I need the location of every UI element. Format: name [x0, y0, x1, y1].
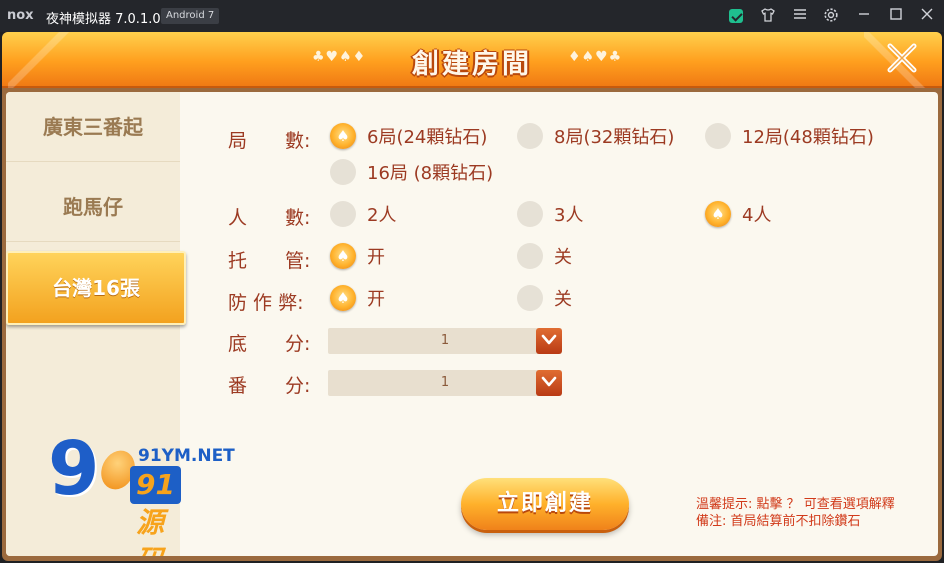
watermark-name: 91源码	[130, 466, 181, 556]
sidebar-item-paomazai[interactable]: 跑馬仔	[6, 172, 180, 242]
chevron-down-icon[interactable]	[536, 370, 562, 396]
app-center-icon[interactable]	[729, 9, 743, 23]
emulator-titlebar: nox 夜神模拟器 7.0.1.0 Android 7	[0, 0, 944, 32]
rounds-label: 局 數:	[228, 130, 311, 152]
radio-unselected-icon	[517, 285, 543, 311]
radio-unselected-icon	[330, 201, 356, 227]
rounds-option-8[interactable]: 8局(32顆钻石)	[517, 122, 674, 150]
radio-selected-icon	[330, 123, 356, 149]
sidebar-item-taiwan16[interactable]: 台灣16張	[6, 251, 186, 325]
radio-unselected-icon	[330, 159, 356, 185]
radio-selected-icon	[705, 201, 731, 227]
note-text: 備注: 首局結算前不扣除鑽石	[696, 514, 861, 529]
base-score-value: 1	[440, 333, 450, 348]
rounds-option-12[interactable]: 12局(48顆钻石)	[705, 122, 874, 150]
players-option-2[interactable]: 2人	[330, 200, 396, 228]
minimize-icon[interactable]	[855, 7, 873, 25]
close-icon[interactable]	[918, 7, 936, 25]
rounds-option-6[interactable]: 6局(24顆钻石)	[330, 122, 487, 150]
settings-icon[interactable]	[822, 7, 840, 25]
anti-cheat-label: 防 作 弊:	[228, 292, 304, 314]
fan-score-select[interactable]: 1	[328, 370, 562, 396]
shirt-icon[interactable]	[759, 7, 777, 25]
players-option-4[interactable]: 4人	[705, 200, 771, 228]
nox-logo: nox	[7, 8, 34, 23]
watermark-logo: 9	[48, 426, 100, 512]
radio-unselected-icon	[517, 243, 543, 269]
dialog-close-button[interactable]	[882, 40, 922, 80]
dialog-header: ♣♥♠♦ 創建房間 ♦♠♥♣	[2, 32, 942, 88]
radio-unselected-icon	[517, 201, 543, 227]
create-room-button[interactable]: 立即創建	[461, 478, 629, 530]
base-score-select[interactable]: 1	[328, 328, 562, 354]
chevron-down-icon[interactable]	[536, 328, 562, 354]
fan-score-label: 番 分:	[228, 375, 311, 397]
maximize-icon[interactable]	[887, 7, 905, 25]
rounds-option-16[interactable]: 16局 (8顆钻石)	[330, 158, 493, 186]
game-type-sidebar: 廣東三番起 跑馬仔 台灣16張 9 91YM.NET 91源码	[6, 92, 235, 556]
suits-decoration-right: ♦♠♥♣	[568, 49, 623, 65]
menu-icon[interactable]	[791, 7, 809, 25]
players-label: 人 數:	[228, 207, 311, 229]
watermark-url: 91YM.NET	[138, 446, 235, 466]
sidebar-item-guangdong[interactable]: 廣東三番起	[6, 92, 180, 162]
radio-selected-icon	[330, 285, 356, 311]
radio-unselected-icon	[705, 123, 731, 149]
android-version-badge: Android 7	[161, 8, 220, 24]
base-score-label: 底 分:	[228, 333, 311, 355]
game-screen: ♣♥♠♦ 創建房間 ♦♠♥♣ 廣東三番起 跑馬仔 台灣16張 9 91YM.NE…	[2, 32, 942, 561]
radio-unselected-icon	[517, 123, 543, 149]
app-title: 夜神模拟器 7.0.1.0	[46, 12, 161, 27]
auto-play-option-on[interactable]: 开	[330, 242, 385, 270]
radio-selected-icon	[330, 243, 356, 269]
dialog-title: 創建房間	[412, 49, 532, 80]
fan-score-value: 1	[440, 375, 450, 390]
anti-cheat-option-off[interactable]: 关	[517, 284, 572, 312]
players-option-3[interactable]: 3人	[517, 200, 583, 228]
create-room-panel: 廣東三番起 跑馬仔 台灣16張 9 91YM.NET 91源码 局 數: 6局(…	[6, 92, 938, 556]
auto-play-option-off[interactable]: 关	[517, 242, 572, 270]
auto-play-label: 托 管:	[228, 250, 311, 272]
anti-cheat-option-on[interactable]: 开	[330, 284, 385, 312]
